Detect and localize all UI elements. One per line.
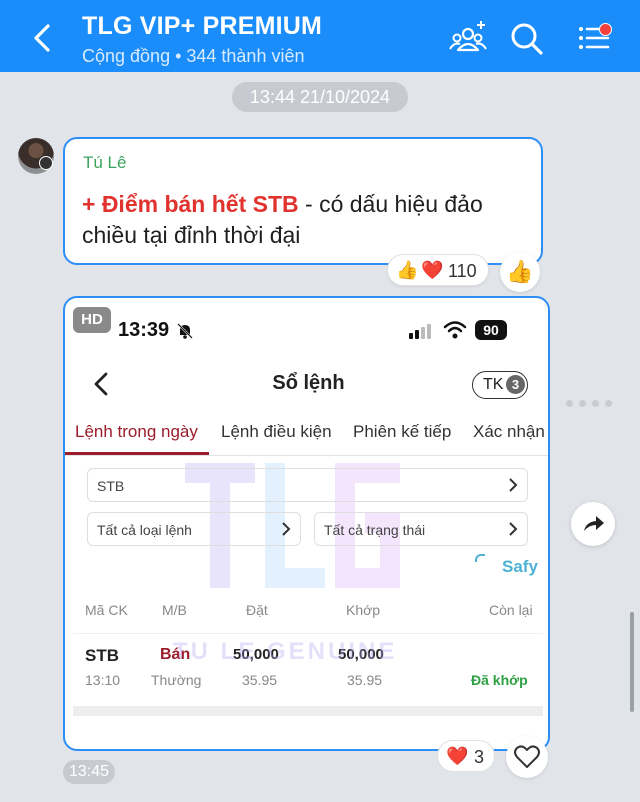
message-text: + Điểm bán hết STB - có dấu hiệu đảo chi… — [82, 189, 532, 251]
order-side-type: Thường — [151, 672, 202, 688]
brand-label: Safy — [502, 557, 538, 576]
message-highlight: + Điểm bán hết STB — [82, 191, 299, 217]
col-matched: Khớp — [346, 602, 381, 618]
placed-price: 35.95 — [242, 672, 278, 688]
matched-price: 35.95 — [347, 672, 383, 688]
reaction-summary[interactable]: 👍 ❤️ 110 — [387, 254, 489, 286]
hd-badge: HD — [73, 307, 111, 333]
notification-dot — [599, 23, 612, 36]
heart-outline-icon — [514, 745, 540, 768]
battery-icon: 90 — [475, 320, 507, 340]
react-heart-button[interactable] — [506, 736, 548, 778]
account-label: TK — [483, 376, 504, 393]
account-count: 3 — [506, 375, 525, 394]
signal-icon — [409, 324, 431, 339]
order-time: 13:10 — [85, 672, 121, 688]
thumbs-up-icon: 👍 — [396, 260, 419, 280]
message-time: 13:45 — [63, 760, 115, 784]
account-selector: TK 3 — [472, 371, 528, 399]
tab-today-orders: Lệnh trong ngày — [75, 422, 198, 441]
wifi-icon — [443, 321, 467, 339]
share-icon — [584, 516, 604, 531]
order-type-filter: Tất cả loại lệnh — [87, 512, 301, 546]
like-button[interactable]: 👍 — [500, 252, 540, 292]
order-symbol: STB — [85, 646, 119, 665]
heart-icon: ❤️ — [446, 746, 469, 766]
tab-confirm: Xác nhận l — [473, 422, 550, 441]
reaction-summary[interactable]: ❤️ 3 — [437, 740, 495, 772]
message-bubble[interactable]: Tú Lê + Điểm bán hết STB - có dấu hiệu đ… — [63, 137, 543, 265]
tab-conditional-orders: Lệnh điều kiện — [221, 422, 332, 441]
group-subtitle: Cộng đồng • 344 thành viên — [82, 46, 305, 66]
safy-logo-icon — [475, 554, 485, 562]
reaction-count: 110 — [448, 261, 477, 281]
key-badge-icon — [39, 156, 53, 170]
symbol-filter: STB — [87, 468, 528, 502]
share-button[interactable] — [571, 502, 615, 546]
carousel-dots — [566, 394, 626, 407]
chevron-right-icon — [282, 522, 291, 536]
reaction-count: 3 — [474, 747, 485, 767]
col-side: M/B — [162, 602, 187, 618]
group-title[interactable]: TLG VIP+ PREMIUM — [82, 12, 322, 41]
table-footer — [73, 706, 543, 716]
search-icon[interactable] — [506, 18, 546, 58]
back-icon[interactable] — [28, 18, 58, 58]
col-remaining: Còn lại — [489, 602, 533, 618]
bell-off-icon — [177, 323, 193, 339]
order-type-filter-value: Tất cả loại lệnh — [97, 522, 192, 538]
symbol-filter-value: STB — [97, 478, 125, 494]
chevron-right-icon — [509, 522, 518, 536]
sender-name[interactable]: Tú Lê — [83, 153, 126, 173]
col-placed: Đặt — [246, 602, 268, 618]
date-separator: 13:44 21/10/2024 — [232, 82, 408, 112]
scrollbar[interactable] — [630, 612, 634, 712]
heart-icon: ❤️ — [421, 260, 444, 280]
status-badge: Đã khớp — [471, 672, 528, 688]
chat-header: TLG VIP+ PREMIUM Cộng đồng • 344 thành v… — [0, 0, 640, 72]
watermark-text: TU LE GENUINE — [173, 638, 398, 665]
image-message[interactable]: HD 13:39 90 Sổ lệnh TK 3 Lệnh trong ngày… — [63, 296, 550, 751]
order-tabs: Lệnh trong ngày Lệnh điều kiện Phiên kế … — [65, 420, 550, 456]
status-filter-value: Tất cả trạng thái — [324, 522, 426, 538]
chevron-right-icon — [509, 478, 518, 492]
phone-time: 13:39 — [118, 319, 170, 341]
tab-next-session: Phiên kế tiếp — [353, 422, 452, 441]
add-members-icon[interactable] — [448, 18, 488, 58]
col-symbol: Mã CK — [85, 602, 128, 618]
status-filter: Tất cả trạng thái — [314, 512, 528, 546]
